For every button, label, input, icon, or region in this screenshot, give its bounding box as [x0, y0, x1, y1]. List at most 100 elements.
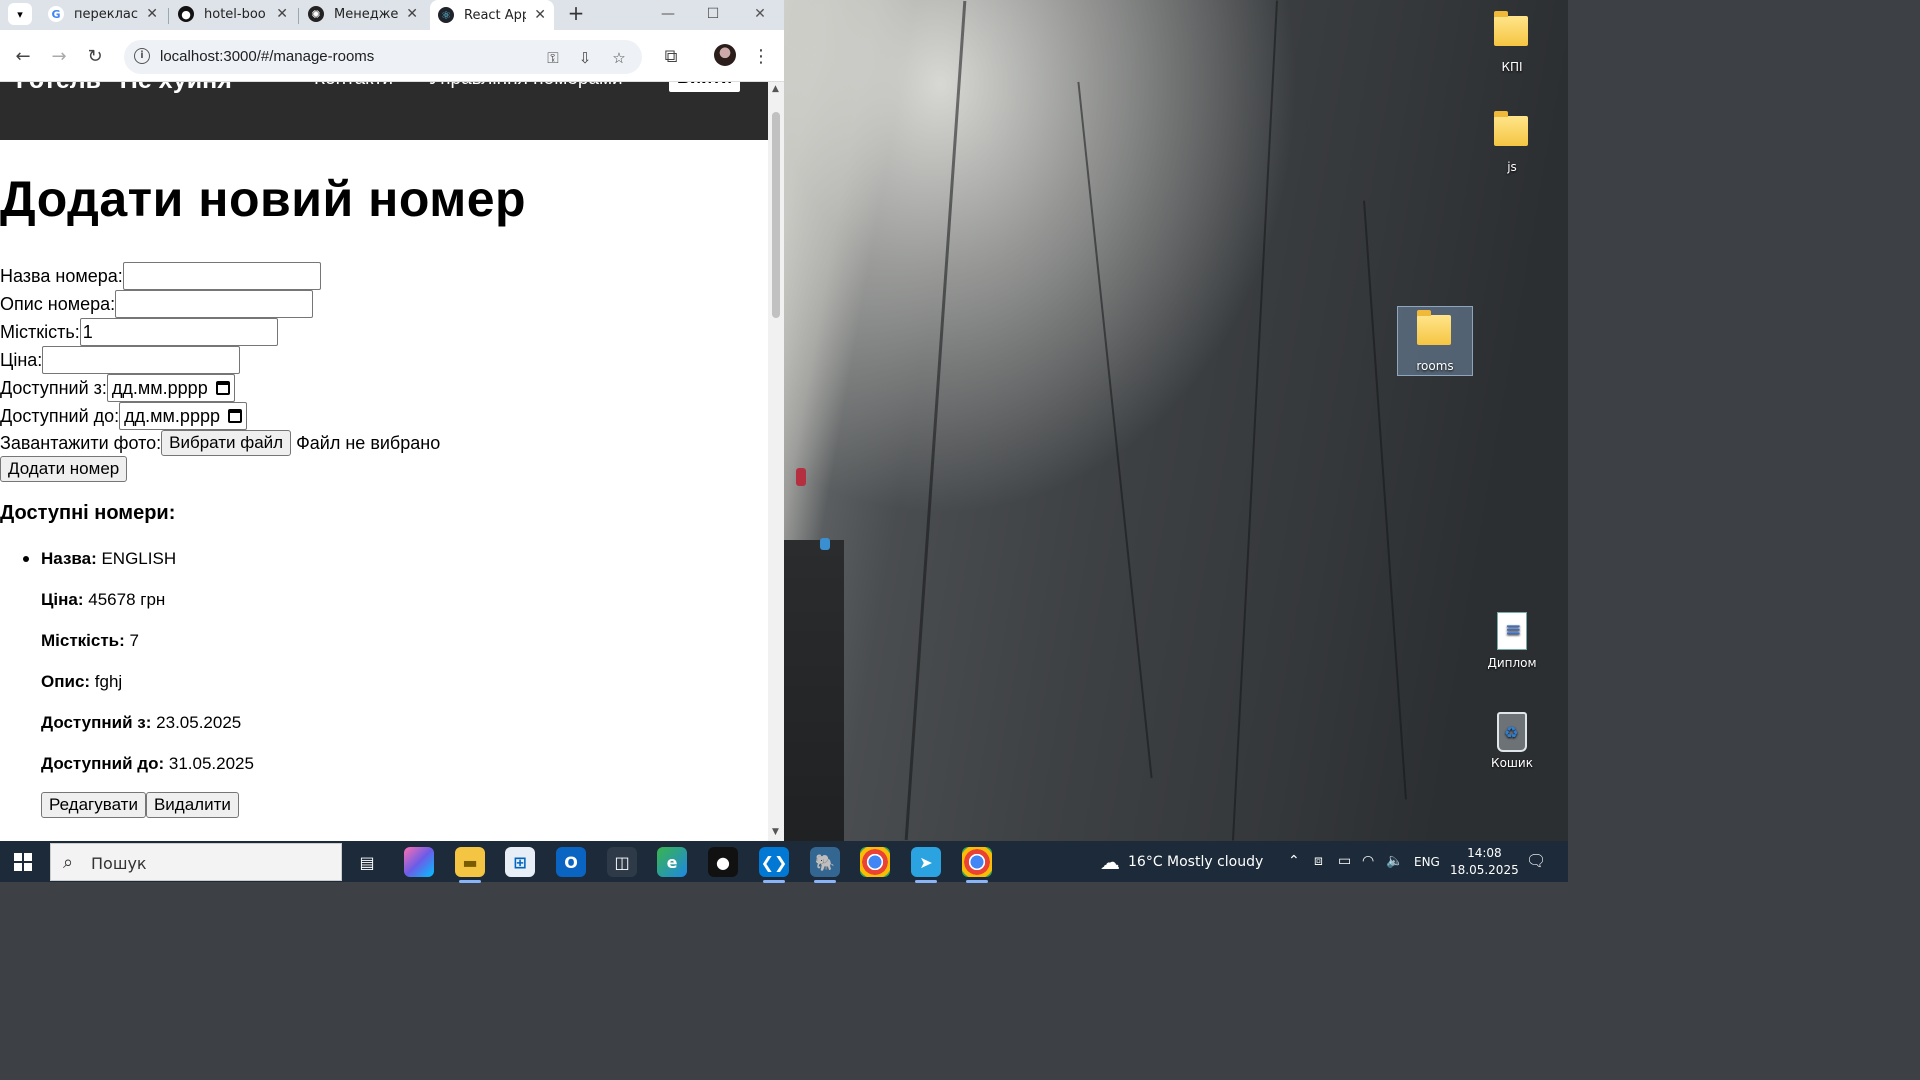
page-title: Додати новий номер — [0, 171, 527, 227]
edit-room-button[interactable]: Редагувати — [41, 792, 146, 818]
postgresql-icon[interactable]: 🐘 — [810, 847, 840, 883]
profile-avatar[interactable] — [714, 44, 736, 66]
site-navbar: Готель "Не хуйня" Контакти Управління но… — [0, 82, 768, 140]
new-tab-button[interactable]: + — [564, 2, 588, 26]
nav-contacts-link[interactable]: Контакти — [314, 82, 393, 90]
submit-row: Додати номер — [0, 456, 128, 482]
search-icon: ⌕ — [63, 852, 74, 873]
weather-widget[interactable]: ☁ 16°C Mostly cloudy — [1100, 841, 1263, 882]
windows-taskbar: ⌕ Пошук ▤ ▬ ⊞ O ◫ e ● ❮❯ 🐘 ➤ ☁ 16°C Most… — [0, 841, 1568, 883]
close-tab-icon[interactable]: ✕ — [276, 6, 288, 22]
logout-button[interactable]: Вийти — [669, 82, 741, 92]
list-bullet — [23, 556, 29, 562]
desktop-wallpaper — [784, 0, 1568, 841]
tab-github[interactable]: ● hotel-boo ✕ — [170, 0, 296, 28]
desktop-icon-diploma[interactable]: Диплом — [1474, 612, 1550, 670]
site-info-icon[interactable]: i — [134, 48, 150, 64]
room-available-from-line: Доступний з: 23.05.2025 — [41, 713, 242, 732]
url-text[interactable]: localhost:3000/#/manage-rooms — [160, 48, 374, 65]
forward-button[interactable]: → — [46, 44, 72, 70]
scroll-up-arrow-icon[interactable]: ▲ — [772, 84, 779, 94]
calendar-icon[interactable] — [215, 381, 230, 395]
wifi-icon[interactable]: ◠ — [1362, 853, 1374, 869]
room-price-line: Ціна: 45678 грн — [41, 590, 166, 609]
reload-button[interactable]: ↻ — [82, 44, 108, 70]
available-from-date-input[interactable]: дд.мм.рррр — [106, 374, 235, 402]
nav-manage-rooms-link[interactable]: Управління номерами — [429, 82, 623, 90]
tab-react-app[interactable]: ⚛ React App ✕ — [430, 0, 554, 30]
price-row: Ціна: — [0, 346, 241, 374]
capacity-row: Місткість: — [0, 318, 278, 346]
chrome-profile-icon[interactable] — [962, 847, 992, 883]
choose-file-button[interactable]: Вибрати файл — [161, 430, 292, 456]
back-button[interactable]: ← — [10, 44, 36, 70]
desktop-icon-js[interactable]: js — [1474, 108, 1550, 174]
delete-room-button[interactable]: Видалити — [145, 792, 239, 818]
room-description-label: Опис номера: — [0, 293, 116, 314]
room-available-to-line: Доступний до: 31.05.2025 — [41, 754, 254, 773]
chatgpt-icon: ✺ — [308, 6, 324, 22]
room-description-row: Опис номера: — [0, 290, 314, 318]
available-to-date-input[interactable]: дд.мм.рррр — [119, 402, 247, 430]
file-explorer-icon[interactable]: ▬ — [455, 847, 485, 883]
notifications-icon[interactable]: 🗨 — [1526, 851, 1546, 870]
folder-icon — [1494, 11, 1528, 46]
recycle-bin-icon — [1497, 712, 1527, 752]
microsoft-store-icon[interactable]: ⊞ — [505, 847, 535, 877]
chrome-icon[interactable] — [860, 847, 890, 877]
password-key-icon[interactable]: ⚿ — [542, 47, 564, 69]
calendar-icon[interactable] — [227, 409, 242, 423]
desktop-icon-rooms[interactable]: rooms — [1397, 306, 1473, 376]
meet-now-icon[interactable]: ⧈ — [1314, 853, 1323, 869]
tab-chatgpt[interactable]: ✺ Менедже ✕ — [300, 0, 426, 28]
edge-icon[interactable]: e — [657, 847, 687, 877]
site-brand[interactable]: Готель "Не хуйня" — [16, 82, 244, 95]
extensions-button[interactable]: ⧉ — [658, 44, 684, 70]
folder-icon — [1417, 310, 1451, 345]
task-view-icon[interactable]: ▤ — [352, 847, 382, 877]
room-description-input[interactable] — [115, 290, 314, 318]
bookmark-star-icon[interactable]: ☆ — [608, 47, 630, 69]
photo-upload-label: Завантажити фото: — [0, 432, 162, 453]
telegram-icon[interactable]: ➤ — [911, 847, 941, 883]
room-name-input[interactable] — [122, 262, 321, 290]
browser-menu-button[interactable]: ⋮ — [748, 44, 774, 70]
github-icon: ● — [178, 6, 194, 22]
install-app-icon[interactable]: ⇩ — [574, 47, 596, 69]
tab-search-button[interactable]: ▾ — [8, 3, 32, 25]
page-scrollbar[interactable]: ▲ ▼ — [768, 82, 784, 841]
cloud-icon: ☁ — [1100, 849, 1120, 874]
room-name-line: Назва: ENGLISH — [41, 549, 177, 568]
price-input[interactable] — [42, 346, 241, 374]
outlook-icon[interactable]: O — [556, 847, 586, 877]
battery-icon[interactable]: ▭ — [1338, 853, 1351, 869]
clock[interactable]: 14:08 18.05.2025 — [1450, 841, 1519, 882]
copilot-icon[interactable] — [404, 847, 434, 877]
scrollbar-thumb[interactable] — [772, 112, 780, 318]
vscode-icon[interactable]: ❮❯ — [759, 847, 789, 883]
scroll-down-arrow-icon[interactable]: ▼ — [772, 827, 779, 837]
tab-google-translate[interactable]: G переклас ✕ — [40, 0, 166, 28]
address-bar[interactable]: i localhost:3000/#/manage-rooms ⚿ ⇩ ☆ — [124, 40, 642, 74]
desktop-icon-kpi[interactable]: КПІ — [1474, 8, 1550, 74]
start-button[interactable] — [14, 853, 32, 871]
desktop-icon-recycle-bin[interactable]: Кошик — [1474, 712, 1550, 770]
word-document-icon — [1497, 612, 1527, 650]
photo-upload-row: Завантажити фото: Вибрати файл Файл не в… — [0, 430, 440, 456]
taskbar-search[interactable]: ⌕ Пошук — [50, 843, 342, 881]
close-tab-icon[interactable]: ✕ — [534, 7, 546, 23]
volume-icon[interactable]: 🔈 — [1386, 853, 1403, 869]
language-indicator[interactable]: ENG — [1414, 855, 1440, 869]
capacity-label: Місткість: — [0, 321, 80, 342]
maximize-button[interactable]: ☐ — [690, 0, 736, 28]
dev-home-icon[interactable]: ◫ — [607, 847, 637, 877]
show-hidden-icons-chevron-icon[interactable]: ⌃ — [1288, 853, 1300, 869]
chevron-down-icon: ▾ — [17, 7, 23, 21]
close-tab-icon[interactable]: ✕ — [406, 6, 418, 22]
close-window-button[interactable]: ✕ — [737, 0, 783, 28]
minimize-button[interactable]: — — [645, 0, 691, 28]
capacity-input[interactable] — [79, 318, 278, 346]
add-room-button[interactable]: Додати номер — [0, 456, 128, 482]
github-desktop-icon[interactable]: ● — [708, 847, 738, 877]
close-tab-icon[interactable]: ✕ — [146, 6, 158, 22]
